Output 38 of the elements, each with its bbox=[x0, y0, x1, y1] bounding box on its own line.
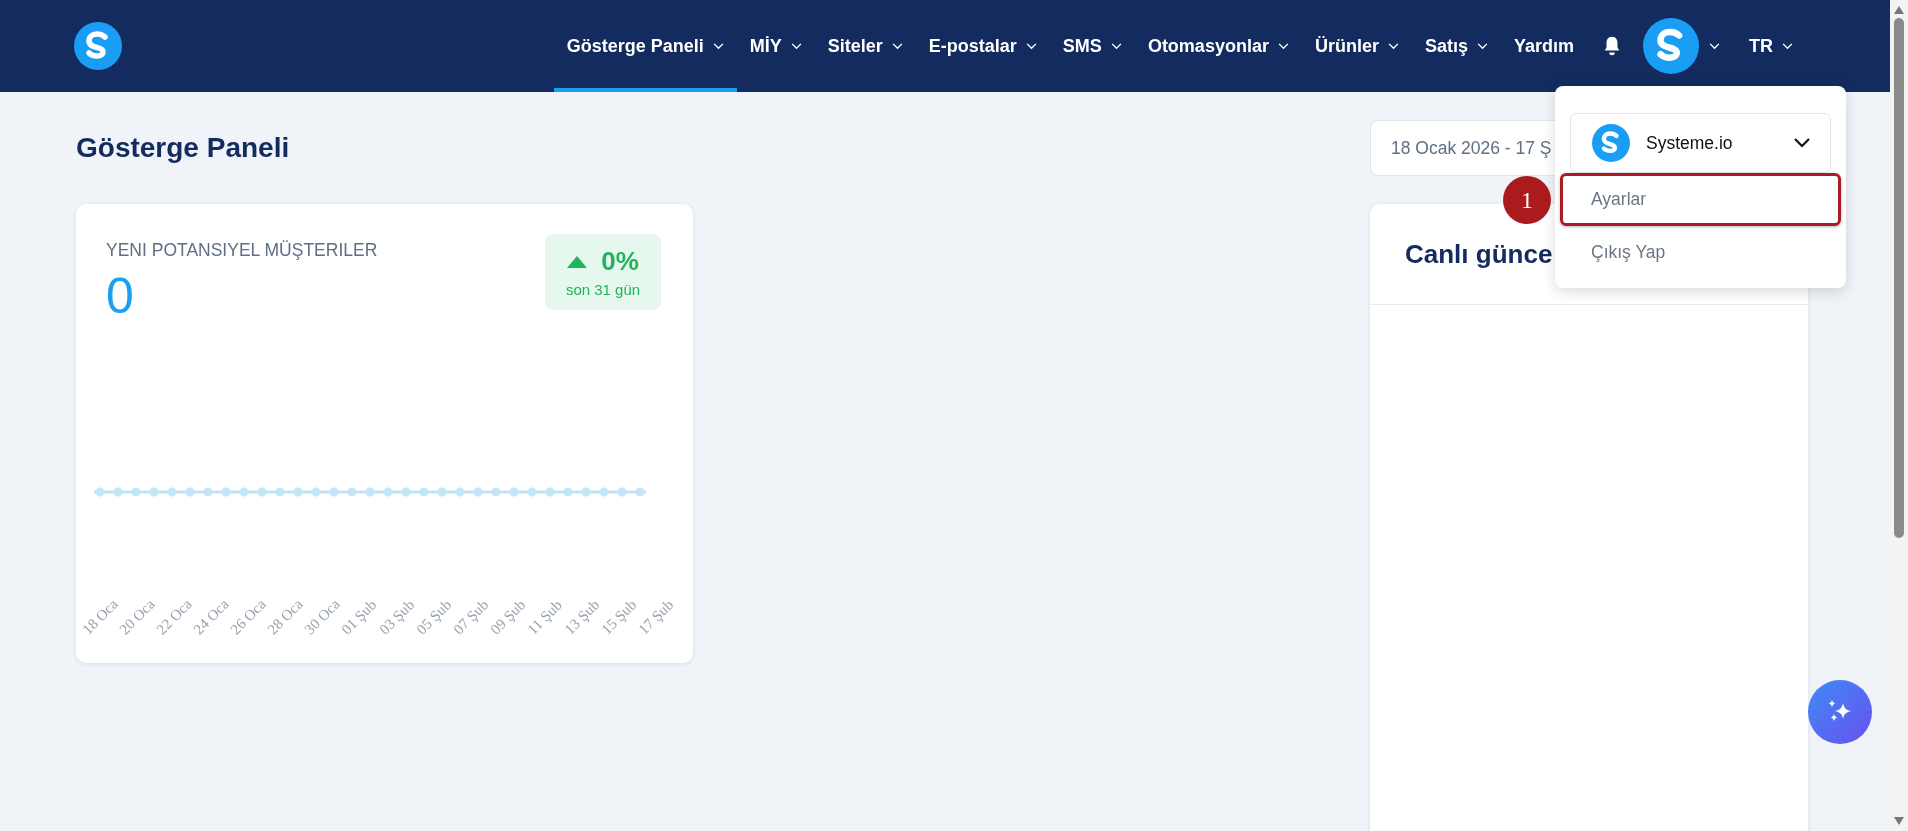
account-logo-icon bbox=[1592, 124, 1630, 162]
axis-label: 03 Şub bbox=[375, 600, 414, 639]
change-period: son 31 gün bbox=[565, 281, 641, 298]
nav-menu-item[interactable]: MİY bbox=[736, 0, 815, 92]
chevron-down-icon bbox=[1782, 42, 1793, 50]
page-title: Gösterge Paneli bbox=[76, 132, 291, 165]
nav-menu-item[interactable]: E-postalar bbox=[915, 0, 1050, 92]
nav-menu-item[interactable]: Satış bbox=[1411, 0, 1501, 92]
menu-item[interactable]: Ayarlar bbox=[1560, 173, 1841, 226]
account-name: Systeme.io bbox=[1646, 132, 1734, 154]
nav-menu-item[interactable]: Otomasyonlar bbox=[1134, 0, 1302, 92]
logo-icon[interactable] bbox=[74, 22, 122, 70]
axis-label: 11 Şub bbox=[524, 600, 562, 639]
axis-label: 13 Şub bbox=[561, 600, 599, 639]
nav-menu-item[interactable]: Siteler bbox=[814, 0, 916, 92]
date-range-text: 18 Ocak 2026 - 17 Ş bbox=[1391, 137, 1552, 159]
axis-label: 15 Şub bbox=[598, 600, 636, 639]
account-selector[interactable]: Systeme.io bbox=[1570, 113, 1831, 173]
axis-label: 18 Oca bbox=[79, 600, 117, 639]
nav-menu-item[interactable]: Ürünler bbox=[1301, 0, 1412, 92]
card-title: Canlı günce bbox=[1405, 238, 1553, 270]
nav-menu-item[interactable]: SMS bbox=[1049, 0, 1135, 92]
scroll-up-icon[interactable] bbox=[1894, 6, 1904, 14]
step-number-badge: 1 bbox=[1503, 176, 1551, 224]
lead-count: 0 bbox=[106, 267, 135, 325]
nav-menu-item[interactable]: Yardım bbox=[1500, 0, 1587, 92]
language-selector[interactable]: TR bbox=[1736, 0, 1806, 92]
scrollbar[interactable] bbox=[1890, 0, 1908, 831]
avatar-logo-icon[interactable] bbox=[1643, 18, 1699, 74]
menu-item[interactable]: Çıkış Yap bbox=[1560, 226, 1841, 279]
chevron-down-icon[interactable] bbox=[1709, 42, 1720, 50]
chevron-down-icon bbox=[1794, 138, 1810, 148]
card-title: YENI POTANSIYEL MÜŞTERILER bbox=[106, 240, 378, 261]
axis-label: 17 Şub bbox=[635, 600, 673, 639]
scroll-down-icon[interactable] bbox=[1894, 817, 1904, 825]
change-value: 0% bbox=[601, 246, 639, 277]
scrollbar-thumb[interactable] bbox=[1894, 18, 1904, 538]
nav-menu-item[interactable]: Gösterge Paneli bbox=[553, 0, 737, 92]
